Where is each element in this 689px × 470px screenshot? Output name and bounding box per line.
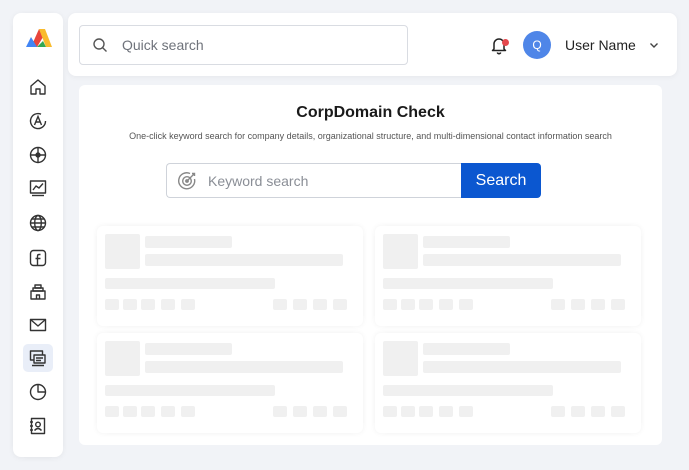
globe-icon xyxy=(29,214,47,232)
facebook-icon xyxy=(29,249,47,267)
skeleton-placeholder xyxy=(423,236,510,248)
skeleton-placeholder xyxy=(161,406,175,417)
skeleton-placeholder xyxy=(105,341,140,376)
sidebar-item-globe[interactable] xyxy=(23,209,53,237)
skeleton-placeholder xyxy=(273,299,287,310)
sidebar-item-a[interactable] xyxy=(23,107,53,135)
skeleton-placeholder xyxy=(293,406,307,417)
skeleton-placeholder xyxy=(423,361,621,373)
user-name[interactable]: User Name xyxy=(565,37,636,53)
skeleton-placeholder xyxy=(145,361,343,373)
app-logo[interactable] xyxy=(25,27,53,49)
notification-dot xyxy=(502,39,509,46)
letter-a-circle-icon xyxy=(29,112,47,130)
sidebar xyxy=(13,13,63,457)
search-icon xyxy=(93,38,107,52)
skeleton-placeholder xyxy=(123,299,137,310)
skeleton-placeholder xyxy=(383,234,418,269)
skeleton-placeholder xyxy=(141,299,155,310)
home-icon xyxy=(30,79,46,95)
sidebar-item-home[interactable] xyxy=(23,73,53,101)
skeleton-placeholder xyxy=(551,406,565,417)
skeleton-placeholder xyxy=(571,299,585,310)
sidebar-item-pie[interactable] xyxy=(23,378,53,406)
skeleton-placeholder xyxy=(105,278,275,289)
skeleton-placeholder xyxy=(459,406,473,417)
avatar[interactable]: Q xyxy=(523,31,551,59)
skeleton-placeholder xyxy=(273,406,287,417)
keyword-search-box[interactable] xyxy=(166,163,462,198)
skeleton-placeholder xyxy=(383,299,397,310)
skeleton-placeholder xyxy=(293,299,307,310)
quick-search-input[interactable] xyxy=(122,37,382,53)
skeleton-placeholder xyxy=(401,299,415,310)
skeleton-placeholder xyxy=(423,254,621,266)
skeleton-placeholder xyxy=(333,406,347,417)
skeleton-placeholder xyxy=(551,299,565,310)
sidebar-item-analytics[interactable] xyxy=(23,174,53,202)
contact-card-icon xyxy=(30,417,46,435)
skeleton-placeholder xyxy=(105,385,275,396)
skeleton-placeholder xyxy=(439,299,453,310)
hub-network-icon xyxy=(29,146,47,164)
chevron-down-icon[interactable] xyxy=(648,39,660,51)
skeleton-placeholder xyxy=(141,406,155,417)
sidebar-item-contact[interactable] xyxy=(23,412,53,440)
skeleton-placeholder xyxy=(105,234,140,269)
skeleton-placeholder xyxy=(333,299,347,310)
skeleton-placeholder xyxy=(571,406,585,417)
skeleton-placeholder xyxy=(419,406,433,417)
pie-chart-icon xyxy=(29,383,47,401)
main-panel: CorpDomain Check One-click keyword searc… xyxy=(79,85,662,445)
sidebar-item-building[interactable] xyxy=(23,278,53,306)
skeleton-placeholder xyxy=(383,406,397,417)
skeleton-placeholder xyxy=(401,406,415,417)
skeleton-placeholder xyxy=(313,299,327,310)
skeleton-placeholder xyxy=(105,299,119,310)
quick-search-box[interactable] xyxy=(79,25,408,65)
page-title: CorpDomain Check xyxy=(296,104,445,121)
sidebar-item-corpdomain[interactable] xyxy=(23,344,53,372)
skeleton-placeholder xyxy=(459,299,473,310)
keyword-search-input[interactable] xyxy=(208,172,448,189)
sidebar-item-facebook[interactable] xyxy=(23,244,53,272)
skeleton-card xyxy=(375,333,641,433)
skeleton-placeholder xyxy=(611,406,625,417)
skeleton-placeholder xyxy=(145,236,232,248)
skeleton-card xyxy=(375,226,641,326)
skeleton-placeholder xyxy=(439,406,453,417)
corp-domain-icon xyxy=(29,350,46,367)
skeleton-placeholder xyxy=(591,299,605,310)
skeleton-placeholder xyxy=(423,343,510,355)
skeleton-placeholder xyxy=(383,278,553,289)
mail-icon xyxy=(29,318,47,332)
skeleton-placeholder xyxy=(123,406,137,417)
line-chart-icon xyxy=(29,180,47,197)
skeleton-placeholder xyxy=(383,341,418,376)
skeleton-placeholder xyxy=(383,385,553,396)
search-button[interactable]: Search xyxy=(461,163,541,198)
sidebar-item-network[interactable] xyxy=(23,141,53,169)
skeleton-placeholder xyxy=(105,406,119,417)
top-bar: Q User Name xyxy=(68,13,677,76)
skeleton-placeholder xyxy=(145,254,343,266)
skeleton-placeholder xyxy=(313,406,327,417)
page-subtitle: One-click keyword search for company det… xyxy=(129,131,612,141)
skeleton-card xyxy=(97,333,363,433)
skeleton-placeholder xyxy=(419,299,433,310)
target-search-icon xyxy=(178,171,196,189)
skeleton-placeholder xyxy=(591,406,605,417)
skeleton-placeholder xyxy=(161,299,175,310)
skeleton-placeholder xyxy=(181,406,195,417)
skeleton-card xyxy=(97,226,363,326)
sidebar-item-mail[interactable] xyxy=(23,311,53,339)
building-icon xyxy=(30,284,46,300)
skeleton-placeholder xyxy=(145,343,232,355)
skeleton-placeholder xyxy=(611,299,625,310)
skeleton-placeholder xyxy=(181,299,195,310)
